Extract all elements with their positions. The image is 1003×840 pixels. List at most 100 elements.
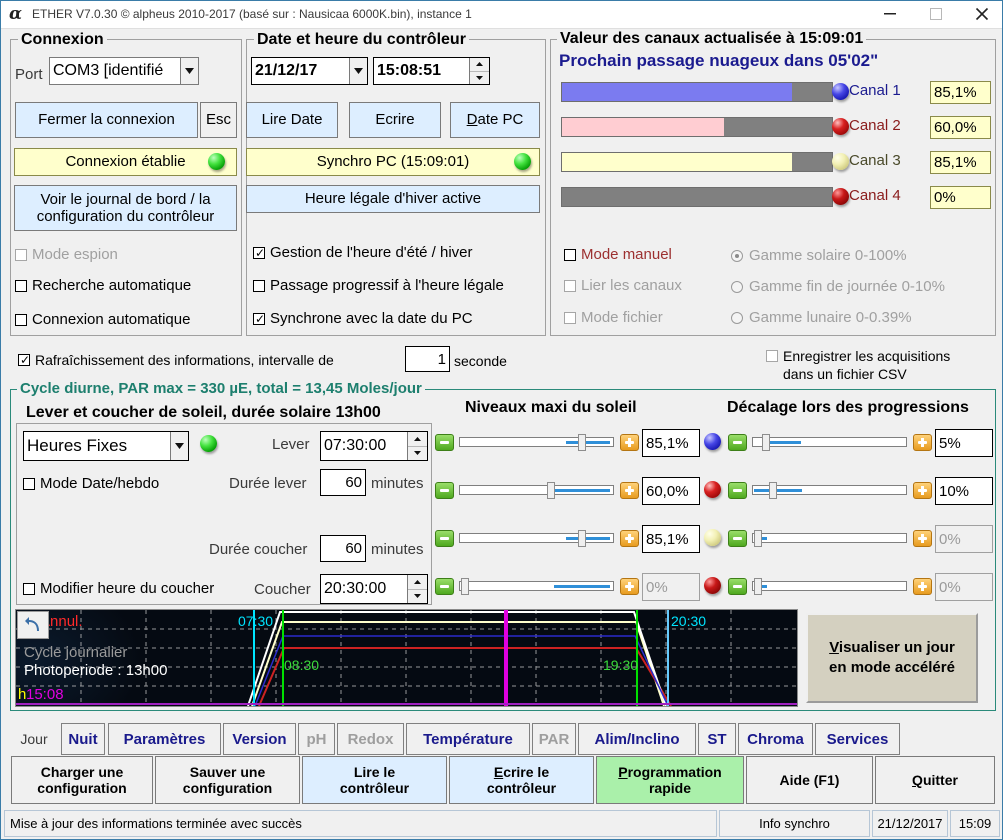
maxi-3-value[interactable]: 85,1% bbox=[642, 525, 700, 553]
maxi-2-value[interactable]: 60,0% bbox=[642, 477, 700, 505]
slider-thumb[interactable] bbox=[769, 482, 777, 499]
duree-lever-input[interactable]: 60 bbox=[320, 469, 366, 496]
maxi-4-decrease-button[interactable] bbox=[435, 578, 454, 595]
coucher-time-spinner[interactable]: 20:30:00 bbox=[320, 574, 428, 604]
spinner-down-icon[interactable] bbox=[408, 446, 427, 460]
decalage-3-value[interactable]: 0% bbox=[935, 525, 993, 553]
checkbox-modifier-coucher[interactable]: Modifier heure du coucher bbox=[23, 580, 214, 597]
radio-gamme-lunaire[interactable]: Gamme lunaire 0-0.39% bbox=[731, 309, 912, 326]
decalage-2-slider[interactable] bbox=[752, 481, 907, 500]
slider-thumb[interactable] bbox=[461, 578, 469, 595]
maxi-3-decrease-button[interactable] bbox=[435, 530, 454, 547]
radio-gamme-solaire[interactable]: Gamme solaire 0-100% bbox=[731, 247, 907, 264]
slider-thumb[interactable] bbox=[754, 578, 762, 595]
view-journal-button[interactable]: Voir le journal de bord / la configurati… bbox=[14, 185, 237, 231]
checkbox-csv[interactable]: Enregistrer les acquisitions dans un fic… bbox=[766, 348, 950, 383]
radio-gamme-fin-journee[interactable]: Gamme fin de journée 0-10% bbox=[731, 278, 945, 295]
maxi-2-increase-button[interactable] bbox=[620, 482, 639, 499]
decalage-3-slider[interactable] bbox=[752, 529, 907, 548]
lever-time-spinner[interactable]: 07:30:00 bbox=[320, 431, 428, 461]
write-controller-button[interactable]: Ecrire le contrôleur bbox=[449, 756, 594, 804]
decalage-2-value[interactable]: 10% bbox=[935, 477, 993, 505]
maxi-3-slider[interactable] bbox=[459, 529, 614, 548]
spinner-down-icon[interactable] bbox=[408, 589, 427, 603]
day-cycle-graph[interactable]: 07:30 08:30 19:30 20:30 Annul. Cycle jou… bbox=[15, 609, 798, 707]
spinner-buttons[interactable] bbox=[407, 432, 427, 460]
write-date-button[interactable]: Ecrire bbox=[349, 102, 441, 138]
checkbox-mode-fichier[interactable]: Mode fichier bbox=[564, 309, 663, 326]
maximize-button[interactable] bbox=[913, 1, 959, 27]
checkbox-mode-manuel[interactable]: Mode manuel bbox=[564, 246, 672, 263]
spinner-buttons[interactable] bbox=[469, 58, 489, 84]
decalage-3-decrease-button[interactable] bbox=[728, 530, 747, 547]
visualize-day-button[interactable]: Visualiser un jour en mode accéléré bbox=[806, 613, 978, 703]
quick-program-button[interactable]: Programmation rapide bbox=[596, 756, 744, 804]
checkbox-recherche-auto[interactable]: Recherche automatique bbox=[15, 277, 191, 294]
esc-button[interactable]: Esc bbox=[200, 102, 237, 138]
pc-date-button[interactable]: Date PC bbox=[450, 102, 540, 138]
slider-thumb[interactable] bbox=[578, 530, 586, 547]
slider-thumb[interactable] bbox=[578, 434, 586, 451]
spinner-up-icon[interactable] bbox=[408, 575, 427, 590]
tab-chroma[interactable]: Chroma bbox=[738, 723, 813, 755]
tab-par[interactable]: PAR bbox=[532, 723, 576, 755]
checkbox-mode-espion[interactable]: Mode espion bbox=[15, 246, 118, 263]
maxi-1-slider[interactable] bbox=[459, 433, 614, 452]
decalage-1-value[interactable]: 5% bbox=[935, 429, 993, 457]
tab-jour[interactable]: Jour bbox=[11, 723, 57, 755]
decalage-1-increase-button[interactable] bbox=[913, 434, 932, 451]
tab-st[interactable]: ST bbox=[698, 723, 736, 755]
spinner-up-icon[interactable] bbox=[470, 58, 489, 72]
maxi-4-increase-button[interactable] bbox=[620, 578, 639, 595]
decalage-1-slider[interactable] bbox=[752, 433, 907, 452]
decalage-1-decrease-button[interactable] bbox=[728, 434, 747, 451]
checkbox-connexion-auto[interactable]: Connexion automatique bbox=[15, 311, 190, 328]
slider-thumb[interactable] bbox=[754, 530, 762, 547]
tab-redox[interactable]: Redox bbox=[337, 723, 404, 755]
tab-version[interactable]: Version bbox=[223, 723, 296, 755]
checkbox-synchrone-pc[interactable]: ✓ Synchrone avec la date du PC bbox=[253, 310, 473, 327]
tab-nuit[interactable]: Nuit bbox=[61, 723, 105, 755]
chevron-down-icon[interactable] bbox=[180, 58, 198, 84]
help-button[interactable]: Aide (F1) bbox=[746, 756, 873, 804]
port-select[interactable]: COM3 [identifié bbox=[49, 57, 199, 85]
maxi-2-slider[interactable] bbox=[459, 481, 614, 500]
slider-thumb[interactable] bbox=[762, 434, 770, 451]
decalage-4-increase-button[interactable] bbox=[913, 578, 932, 595]
maxi-1-decrease-button[interactable] bbox=[435, 434, 454, 451]
minimize-button[interactable] bbox=[867, 1, 913, 27]
tab-alim-inclino[interactable]: Alim/Inclino bbox=[578, 723, 696, 755]
maxi-4-value[interactable]: 0% bbox=[642, 573, 700, 601]
controller-date-select[interactable]: 21/12/17 bbox=[251, 57, 368, 85]
slider-thumb[interactable] bbox=[547, 482, 555, 499]
decalage-4-decrease-button[interactable] bbox=[728, 578, 747, 595]
maxi-3-increase-button[interactable] bbox=[620, 530, 639, 547]
undo-button[interactable] bbox=[17, 611, 49, 639]
maxi-2-decrease-button[interactable] bbox=[435, 482, 454, 499]
controller-time-spinner[interactable]: 15:08:51 bbox=[373, 57, 490, 85]
refresh-interval-input[interactable]: 1 bbox=[405, 346, 450, 372]
tab-ph[interactable]: pH bbox=[298, 723, 335, 755]
checkbox-gestion-heure[interactable]: ✓ Gestion de l'heure d'été / hiver bbox=[253, 244, 473, 261]
read-controller-button[interactable]: Lire le contrôleur bbox=[302, 756, 447, 804]
spinner-down-icon[interactable] bbox=[470, 71, 489, 84]
spinner-buttons[interactable] bbox=[407, 575, 427, 603]
checkbox-mode-date-hebdo[interactable]: Mode Date/hebdo bbox=[23, 475, 159, 492]
tab-temperature[interactable]: Température bbox=[406, 723, 530, 755]
close-button[interactable] bbox=[959, 1, 1003, 27]
quit-button[interactable]: Quitter bbox=[875, 756, 995, 804]
close-connection-button[interactable]: Fermer la connexion bbox=[15, 102, 198, 138]
checkbox-passage-progressif[interactable]: Passage progressif à l'heure légale bbox=[253, 277, 504, 294]
save-config-button[interactable]: Sauver une configuration bbox=[155, 756, 300, 804]
decalage-2-decrease-button[interactable] bbox=[728, 482, 747, 499]
chevron-down-icon[interactable] bbox=[170, 432, 188, 460]
load-config-button[interactable]: Charger une configuration bbox=[11, 756, 153, 804]
sun-mode-select[interactable]: Heures Fixes bbox=[23, 431, 189, 461]
decalage-3-increase-button[interactable] bbox=[913, 530, 932, 547]
checkbox-lier-canaux[interactable]: Lier les canaux bbox=[564, 277, 682, 294]
maxi-4-slider[interactable] bbox=[459, 577, 614, 596]
tab-services[interactable]: Services bbox=[815, 723, 900, 755]
spinner-up-icon[interactable] bbox=[408, 432, 427, 447]
chevron-down-icon[interactable] bbox=[349, 58, 367, 84]
decalage-4-slider[interactable] bbox=[752, 577, 907, 596]
